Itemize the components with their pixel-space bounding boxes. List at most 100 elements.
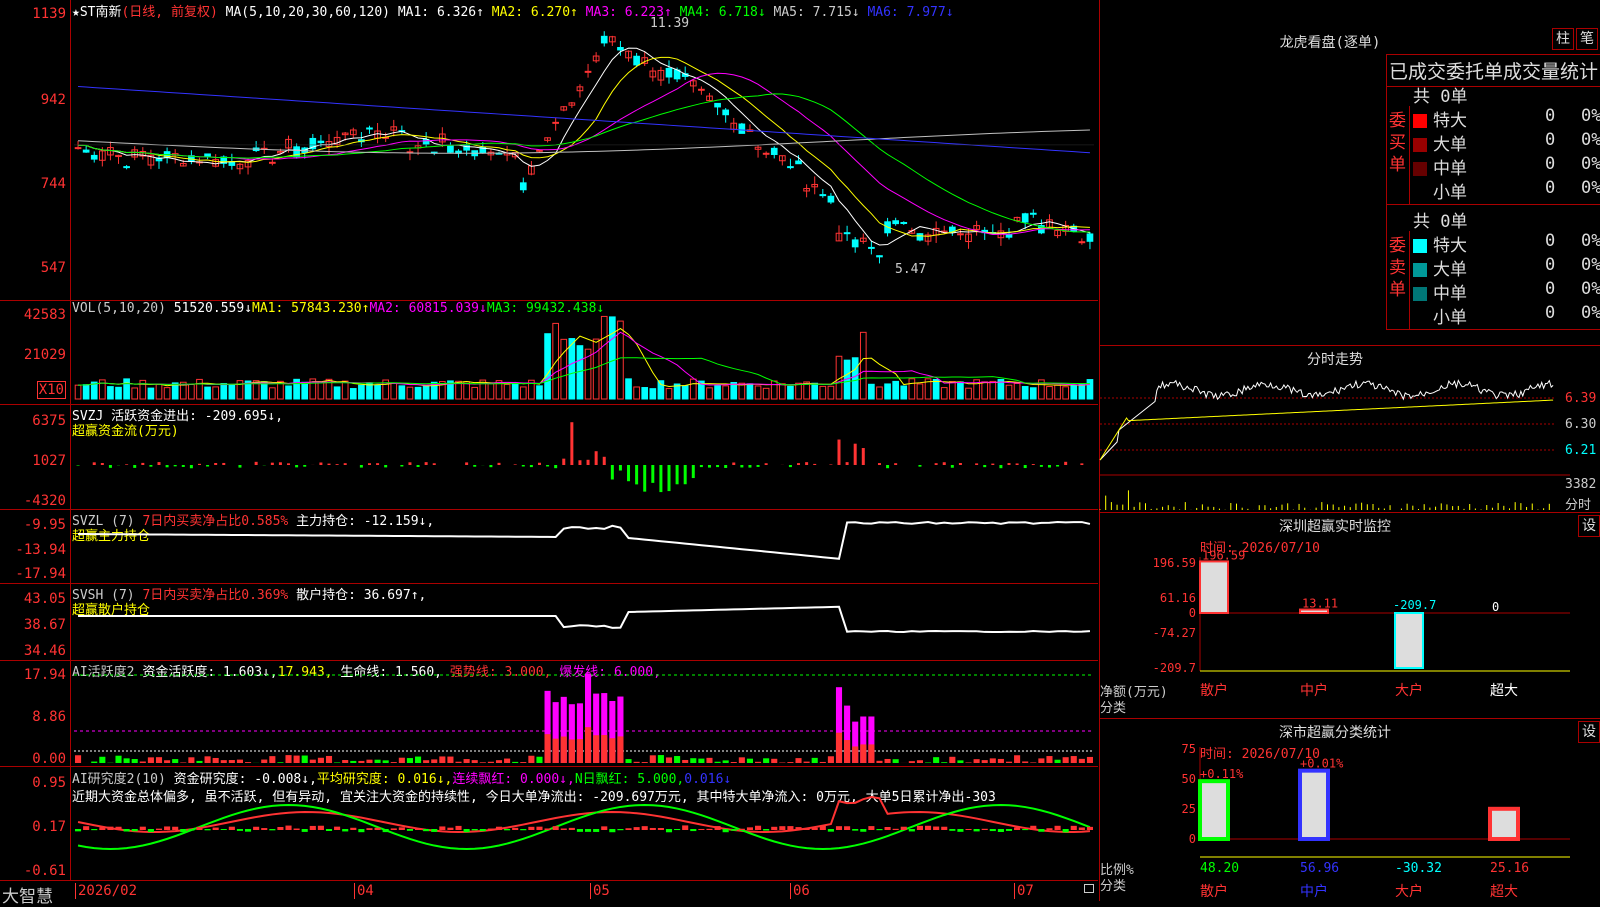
activity-bar	[480, 762, 486, 763]
volume-bar	[1063, 387, 1069, 399]
sz-monitor-panel[interactable]: 深圳超赢实时监控 设 时间: 2026/07/10 净额(万元) 分类 196.…	[1099, 512, 1600, 719]
volume-bar	[545, 334, 551, 399]
candle-body	[618, 48, 624, 50]
svzj-panel[interactable]: 6375 1027 -4320 SVZJ 活跃资金进出: -209.695↓, …	[0, 404, 1098, 510]
research-bar	[188, 829, 194, 831]
volume-bar	[148, 388, 154, 399]
activity-bar	[237, 760, 243, 763]
activity-bar	[464, 759, 470, 763]
lhb-panel[interactable]: 龙虎看盘(逐单) 柱 笔 已成交委托单成交量统计 委买单 共 0单 特大00% …	[1099, 0, 1600, 345]
row-count: 0	[1545, 303, 1555, 323]
buy-orders-box: 委买单 共 0单 特大00% 大单00% 中单00% 小单00%	[1386, 80, 1600, 205]
candle-body	[828, 196, 834, 202]
research-bar	[763, 829, 769, 831]
activity-bar	[213, 758, 219, 763]
research-bar	[893, 829, 899, 830]
research-bar	[844, 826, 850, 830]
activity-bar	[1030, 762, 1036, 763]
research-bar	[634, 827, 640, 830]
research-bar	[795, 827, 801, 830]
activity-bar	[787, 762, 793, 763]
activity-bar	[302, 756, 308, 763]
sz-monitor-chart: 196.5961.160-74.27-209.7196.59散户13.11中户-…	[1100, 513, 1600, 719]
research-bar	[245, 829, 251, 832]
activity-bar	[1079, 759, 1085, 763]
activity-bar	[504, 759, 510, 763]
research-bar	[115, 827, 121, 830]
activity-bar	[431, 759, 437, 763]
research-bar	[1014, 827, 1020, 830]
research-bar	[148, 829, 154, 832]
ai-research-panel[interactable]: 0.95 0.17 -0.61 AI研究度2(10) 资金研究度: -0.008…	[0, 766, 1098, 881]
candle-body	[124, 167, 130, 168]
research-bar	[172, 827, 178, 830]
intraday-chart[interactable]	[1100, 370, 1570, 512]
research-bar	[472, 829, 478, 830]
row-pct: 0%	[1581, 130, 1600, 150]
volume-bar	[488, 384, 494, 399]
volume-bar	[213, 387, 219, 399]
volume-bar	[780, 384, 786, 399]
main-kline-panel[interactable]: 1139 942 744 547 ★ST南新(日线, 前复权) MA(5,10,…	[0, 0, 1098, 300]
buy-total: 共 0单	[1413, 82, 1467, 107]
activity-bar-base	[601, 735, 607, 763]
activity-bar	[941, 762, 947, 763]
activity-bar	[1046, 756, 1052, 763]
candle-body	[723, 110, 729, 115]
activity-bar	[520, 762, 526, 763]
research-bar	[982, 829, 988, 830]
row-count: 0	[1545, 130, 1555, 150]
class-bar-value: 25.16	[1490, 861, 1529, 876]
candle-body	[877, 256, 883, 257]
volume-bar	[828, 386, 834, 399]
activity-bar-base	[585, 727, 591, 763]
intraday-panel[interactable]: 分时走势 6.39 6.30 6.21 3382 分时	[1099, 345, 1600, 513]
activity-bar	[634, 762, 640, 763]
sz-class-panel[interactable]: 深市超赢分类统计 设 时间: 2026/07/10 比例% 分类 7550250…	[1099, 718, 1600, 901]
volume-bar	[302, 382, 308, 399]
activity-bar	[642, 762, 648, 763]
activity-bar	[1038, 758, 1044, 763]
research-bar	[820, 826, 826, 830]
research-bar	[99, 827, 105, 830]
volume-panel[interactable]: 42583 21029 X10 VOL(5,10,20) 51520.559↓M…	[0, 300, 1098, 405]
volume-bar	[399, 386, 405, 399]
research-bar	[415, 829, 421, 830]
research-bar	[682, 825, 688, 830]
svsh-panel[interactable]: 43.05 38.67 34.46 SVSH (7) 7日内买卖净占比0.369…	[0, 583, 1098, 661]
activity-bar	[245, 762, 251, 763]
row-name: 小单	[1433, 308, 1467, 328]
activity-bar	[350, 761, 356, 763]
activity-bar	[221, 760, 227, 763]
ai-research-chart	[0, 767, 1098, 881]
volume-bar	[221, 384, 227, 399]
volume-bar	[1022, 387, 1028, 399]
volume-bar	[642, 388, 648, 399]
activity-bar	[512, 762, 518, 763]
volume-bar	[391, 383, 397, 399]
activity-bar-base	[593, 735, 599, 763]
candle-body	[852, 240, 858, 247]
activity-bar	[164, 760, 170, 763]
volume-bar	[116, 387, 122, 399]
volume-ma-line	[78, 329, 1090, 387]
activity-bar	[974, 759, 980, 763]
lock-icon[interactable]	[1084, 884, 1094, 893]
candle-body	[788, 167, 794, 168]
class-bar	[1200, 781, 1228, 839]
bar-mode-button[interactable]: 柱	[1552, 28, 1574, 50]
activity-bar	[909, 761, 915, 763]
sell-orders-box: 委卖单 共 0单 特大00% 大单00% 中单00% 小单00%	[1386, 205, 1600, 330]
candle-body	[83, 150, 89, 152]
row-name: 特大	[1433, 236, 1467, 256]
tick-mode-button[interactable]: 笔	[1576, 28, 1598, 50]
candle-body	[601, 36, 607, 43]
kline-chart[interactable]	[0, 0, 1098, 300]
activity-bar-base	[852, 746, 858, 763]
research-bar	[294, 829, 300, 830]
volume-bar	[205, 387, 211, 399]
svzl-panel[interactable]: -9.95 -13.94 -17.94 SVZL (7) 7日内买卖净占比0.5…	[0, 509, 1098, 584]
avg-price-line	[1100, 400, 1553, 460]
ai-active-panel[interactable]: 17.94 8.86 0.00 AI活跃度2 资金活跃度: 1.603↓,17.…	[0, 660, 1098, 767]
research-bar	[998, 829, 1004, 832]
